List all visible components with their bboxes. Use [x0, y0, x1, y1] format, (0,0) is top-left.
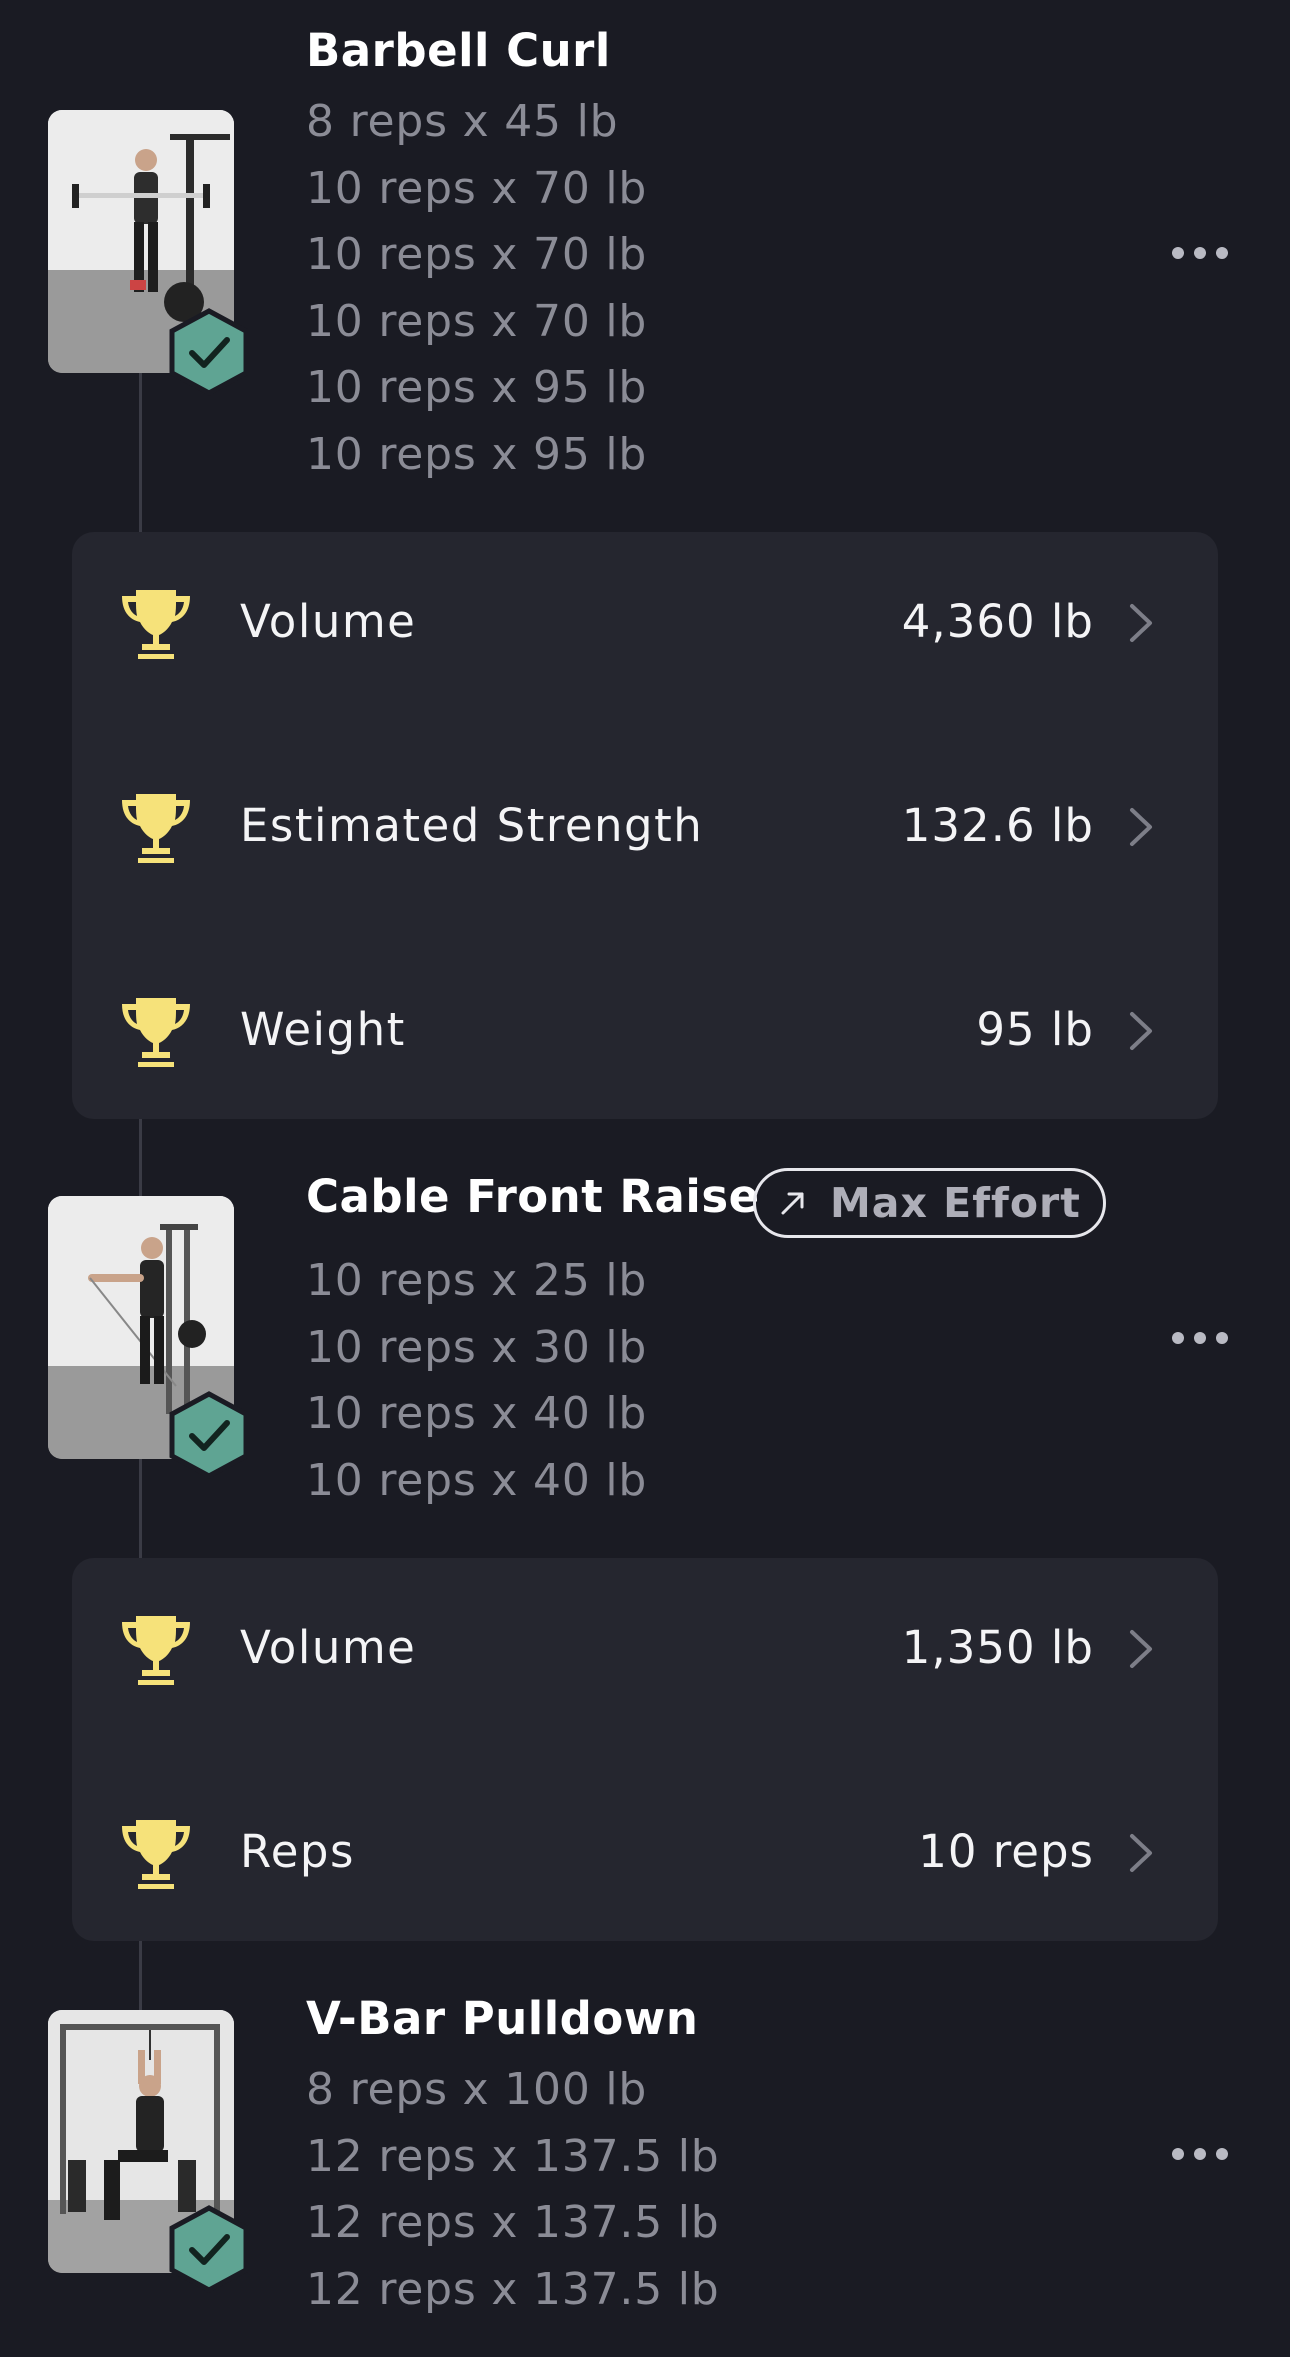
set-line: 10 reps x 25 lb [306, 1255, 648, 1306]
chevron-right-icon [1128, 1628, 1154, 1670]
record-label: Reps [240, 1825, 355, 1878]
exercise-item-cable-front-raise[interactable]: Cable Front Raise Max Effort 10 reps x 2… [0, 1140, 1290, 1520]
exercise-item-v-bar-pulldown[interactable]: V-Bar Pulldown 8 reps x 100 lb 12 reps x… [0, 1960, 1290, 2357]
more-options-icon[interactable] [1172, 2144, 1228, 2164]
set-line: 12 reps x 137.5 lb [306, 2197, 720, 2249]
record-label: Estimated Strength [240, 799, 704, 852]
chevron-right-icon [1128, 806, 1154, 848]
record-row-weight[interactable]: Weight 95 lb [72, 980, 1218, 1080]
sets-list: 8 reps x 100 lb 12 reps x 137.5 lb 12 re… [306, 2057, 720, 2323]
chevron-right-icon [1128, 1010, 1154, 1052]
chevron-right-icon [1128, 602, 1154, 644]
record-row-volume[interactable]: Volume 4,360 lb [72, 572, 1218, 672]
trophy-icon [118, 1816, 194, 1890]
exercise-title: Barbell Curl [306, 24, 611, 77]
trophy-icon [118, 994, 194, 1068]
exercise-item-barbell-curl[interactable]: Barbell Curl 8 reps x 45 lb 10 reps x 70… [0, 0, 1290, 520]
tag-label: Max Effort [830, 1179, 1081, 1227]
exercise-title: Cable Front Raise [306, 1170, 760, 1223]
set-line: 10 reps x 40 lb [306, 1454, 648, 1506]
sets-list: 10 reps x 25 lb 10 reps x 30 lb 10 reps … [306, 1248, 647, 1514]
record-label: Volume [240, 1621, 417, 1674]
record-row-reps[interactable]: Reps 10 reps [72, 1802, 1218, 1902]
set-line: 10 reps x 70 lb [306, 229, 648, 281]
more-options-icon[interactable] [1172, 243, 1228, 263]
trophy-icon [118, 790, 194, 864]
record-value: 95 lb [976, 1003, 1094, 1056]
set-line: 10 reps x 70 lb [306, 295, 648, 347]
set-line: 8 reps x 45 lb [306, 96, 619, 147]
more-options-icon[interactable] [1172, 1328, 1228, 1348]
set-line: 10 reps x 95 lb [306, 428, 648, 480]
check-hexagon-icon [167, 1390, 251, 1480]
workout-summary-screen: Barbell Curl 8 reps x 45 lb 10 reps x 70… [0, 0, 1290, 2357]
set-line: 10 reps x 30 lb [306, 1321, 648, 1373]
record-value: 132.6 lb [901, 799, 1094, 852]
set-line: 10 reps x 40 lb [306, 1388, 648, 1440]
check-hexagon-icon [167, 307, 251, 397]
record-label: Weight [240, 1003, 406, 1056]
record-value: 1,350 lb [901, 1621, 1094, 1674]
max-effort-tag: Max Effort [753, 1168, 1106, 1238]
set-line: 12 reps x 137.5 lb [306, 2263, 720, 2315]
personal-records-card: Volume 1,350 lb Reps 10 reps [72, 1558, 1218, 1941]
trend-arrow-icon [778, 1188, 808, 1218]
set-line: 12 reps x 137.5 lb [306, 2130, 720, 2182]
record-row-volume[interactable]: Volume 1,350 lb [72, 1598, 1218, 1698]
sets-list: 8 reps x 45 lb 10 reps x 70 lb 10 reps x… [306, 89, 647, 489]
exercise-title: V-Bar Pulldown [306, 1992, 699, 2045]
check-hexagon-icon [167, 2204, 251, 2294]
trophy-icon [118, 1612, 194, 1686]
record-label: Volume [240, 595, 417, 648]
record-value: 4,360 lb [901, 595, 1094, 648]
set-line: 10 reps x 95 lb [306, 362, 648, 414]
chevron-right-icon [1128, 1832, 1154, 1874]
personal-records-card: Volume 4,360 lb Estimated Strength 132.6… [72, 532, 1218, 1119]
record-value: 10 reps [918, 1825, 1094, 1878]
trophy-icon [118, 586, 194, 660]
set-line: 8 reps x 100 lb [306, 2064, 648, 2115]
record-row-estimated-strength[interactable]: Estimated Strength 132.6 lb [72, 776, 1218, 876]
set-line: 10 reps x 70 lb [306, 162, 648, 214]
